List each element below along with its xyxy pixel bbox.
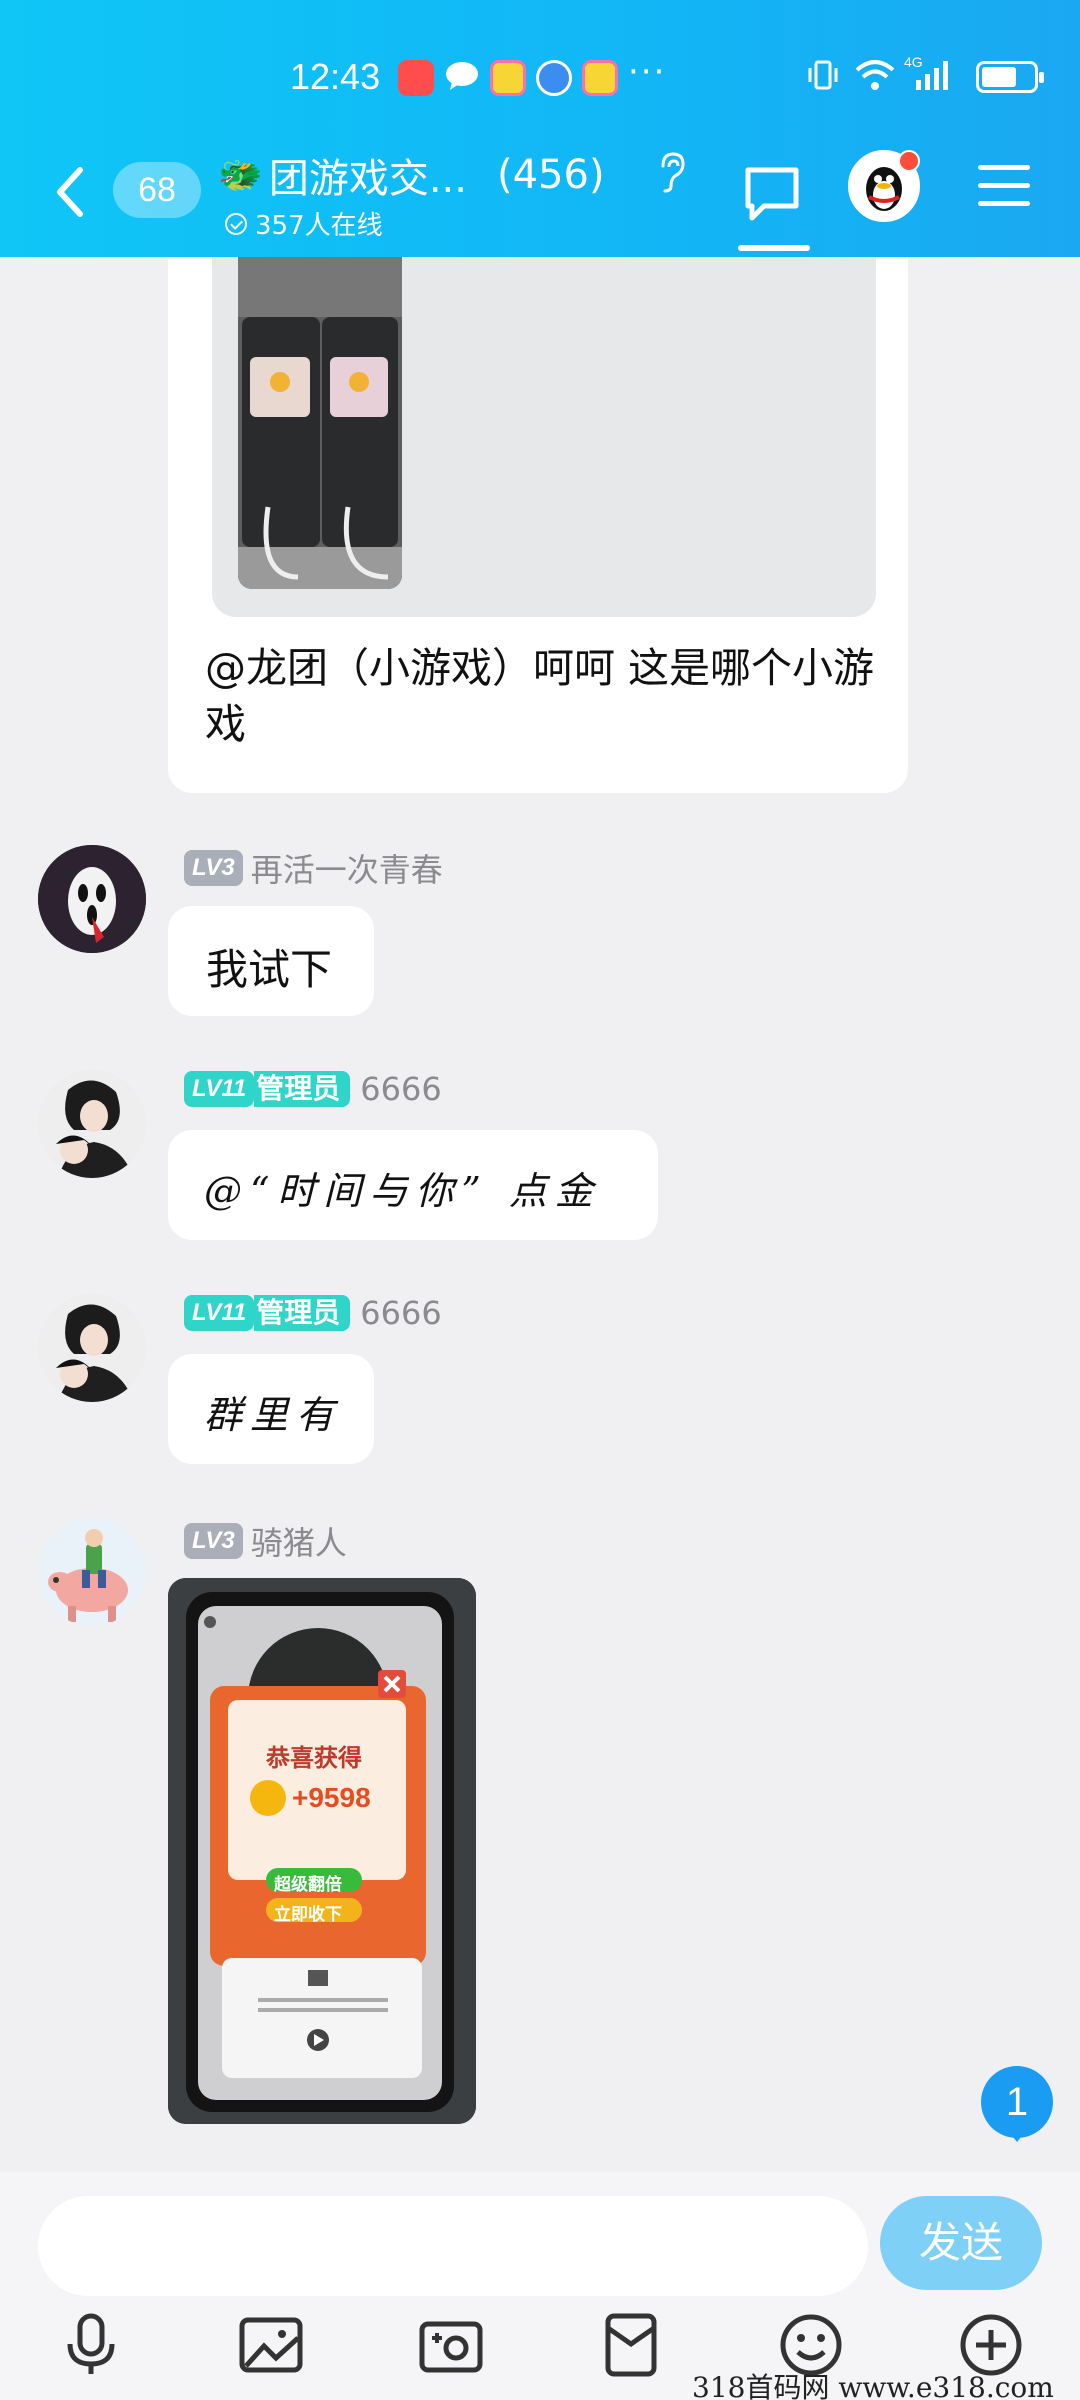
message-text: @“时间与你” 点金 xyxy=(204,1169,601,1213)
unread-count-badge[interactable]: 68 xyxy=(113,162,201,218)
sticker-app-icon xyxy=(490,60,526,96)
sender-name[interactable]: 6666 xyxy=(360,1070,441,1108)
vibrate-icon xyxy=(806,58,840,96)
admin-badge: 管理员 xyxy=(254,1071,351,1107)
admin-badge: 管理员 xyxy=(254,1295,351,1331)
member-count: (456) xyxy=(496,152,605,198)
photo-message[interactable]: 恭喜获得 +9598 超级翻倍 立即收下 xyxy=(168,1578,476,2124)
group-title[interactable]: 🐲 团游戏交... (456) xyxy=(218,146,605,204)
message-bubble-icon xyxy=(444,60,480,92)
wifi-icon xyxy=(854,58,896,96)
notification-icons xyxy=(398,60,618,96)
sender-name[interactable]: 骑猪人 xyxy=(251,1518,347,1564)
level-badge: LV3 xyxy=(184,850,243,886)
site-watermark: 318首码网 www.e318.com xyxy=(692,2371,1054,2400)
sender-info: LV3 骑猪人 xyxy=(184,1518,347,1564)
message-text: @龙团（小游戏）呵呵 这是哪个小游戏 xyxy=(205,644,875,748)
voice-icon[interactable] xyxy=(56,2310,126,2380)
camera-icon[interactable] xyxy=(416,2310,486,2380)
menu-button[interactable] xyxy=(978,165,1030,209)
photo-button-accept: 立即收下 xyxy=(274,1905,342,1925)
level-badge: LV3 xyxy=(184,1523,243,1559)
new-message-count-badge[interactable]: 1 xyxy=(981,2066,1053,2142)
huawei-app-icon xyxy=(398,60,434,96)
sticker-app-icon xyxy=(582,60,618,96)
network-type: 4G xyxy=(904,54,923,70)
photo-button-double: 超级翻倍 xyxy=(274,1875,342,1895)
browser-app-icon xyxy=(536,60,572,96)
more-notifications-icon: ··· xyxy=(628,52,667,92)
photo-reward-amount: +9598 xyxy=(292,1782,371,1813)
picture-icon[interactable] xyxy=(236,2310,306,2380)
dragon-icon: 🐲 xyxy=(218,155,263,196)
quoted-photo[interactable] xyxy=(238,257,402,589)
level-badge: LV11 xyxy=(184,1071,255,1107)
online-status: 357人在线 xyxy=(225,205,383,242)
status-bar: 12:43 ··· 4G xyxy=(0,52,1080,108)
avatar[interactable] xyxy=(38,845,146,953)
level-badge: LV11 xyxy=(184,1295,255,1331)
status-time: 12:43 xyxy=(290,56,381,97)
earpiece-mode-icon[interactable] xyxy=(655,150,689,198)
avatar[interactable] xyxy=(38,1070,146,1178)
check-circle-icon xyxy=(225,212,247,235)
chat-tab-button[interactable] xyxy=(742,160,808,250)
sender-info: LV11 管理员 6666 xyxy=(184,1070,442,1108)
group-name: 团游戏交... xyxy=(268,156,467,202)
battery-icon xyxy=(976,61,1044,93)
sender-name[interactable]: 6666 xyxy=(360,1294,441,1332)
send-button[interactable]: 发送 xyxy=(880,2196,1042,2290)
chat-header: 12:43 ··· 4G 68 🐲 团游戏交... (456) 357人在线 xyxy=(0,0,1080,257)
message-input[interactable] xyxy=(38,2196,868,2296)
message-text: 我试下 xyxy=(206,945,333,994)
online-count: 357人在线 xyxy=(255,211,383,241)
avatar[interactable] xyxy=(38,1294,146,1402)
red-packet-icon[interactable] xyxy=(596,2310,666,2380)
active-tab-indicator xyxy=(738,245,810,251)
sender-name[interactable]: 再活一次青春 xyxy=(251,845,443,891)
avatar[interactable] xyxy=(38,1518,146,1626)
back-button[interactable] xyxy=(50,162,100,222)
message-text: 群里有 xyxy=(204,1393,343,1437)
notification-dot xyxy=(898,150,920,172)
sender-info: LV3 再活一次青春 xyxy=(184,845,443,891)
sender-info: LV11 管理员 6666 xyxy=(184,1294,442,1332)
photo-reward-title: 恭喜获得 xyxy=(266,1744,362,1772)
